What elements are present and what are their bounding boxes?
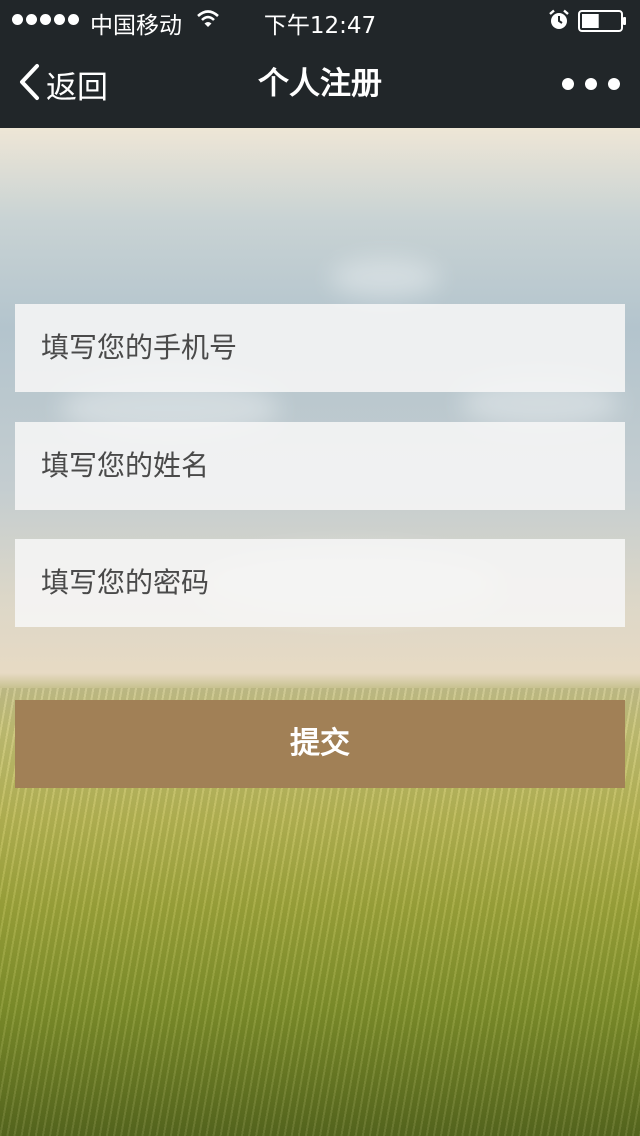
registration-screen: 中国移动 下午12:47 返回 个人注册 填写您的手机号 填写您的姓名 填写您的… (0, 0, 640, 1136)
alarm-icon (548, 9, 570, 37)
navigation-bar: 返回 个人注册 (0, 40, 640, 128)
status-time: 下午12:47 (263, 13, 377, 39)
submit-button[interactable]: 提交 (15, 700, 625, 788)
more-dot-icon (608, 78, 620, 90)
more-options-button[interactable] (562, 68, 620, 100)
page-title: 个人注册 (258, 66, 382, 102)
status-bar: 中国移动 下午12:47 (0, 0, 640, 40)
more-dot-icon (585, 78, 597, 90)
wheat-field-background (0, 128, 640, 1136)
battery-icon (578, 10, 628, 38)
name-input[interactable]: 填写您的姓名 (15, 422, 625, 510)
password-input[interactable]: 填写您的密码 (15, 539, 625, 627)
more-dot-icon (562, 78, 574, 90)
phone-input[interactable]: 填写您的手机号 (15, 304, 625, 392)
